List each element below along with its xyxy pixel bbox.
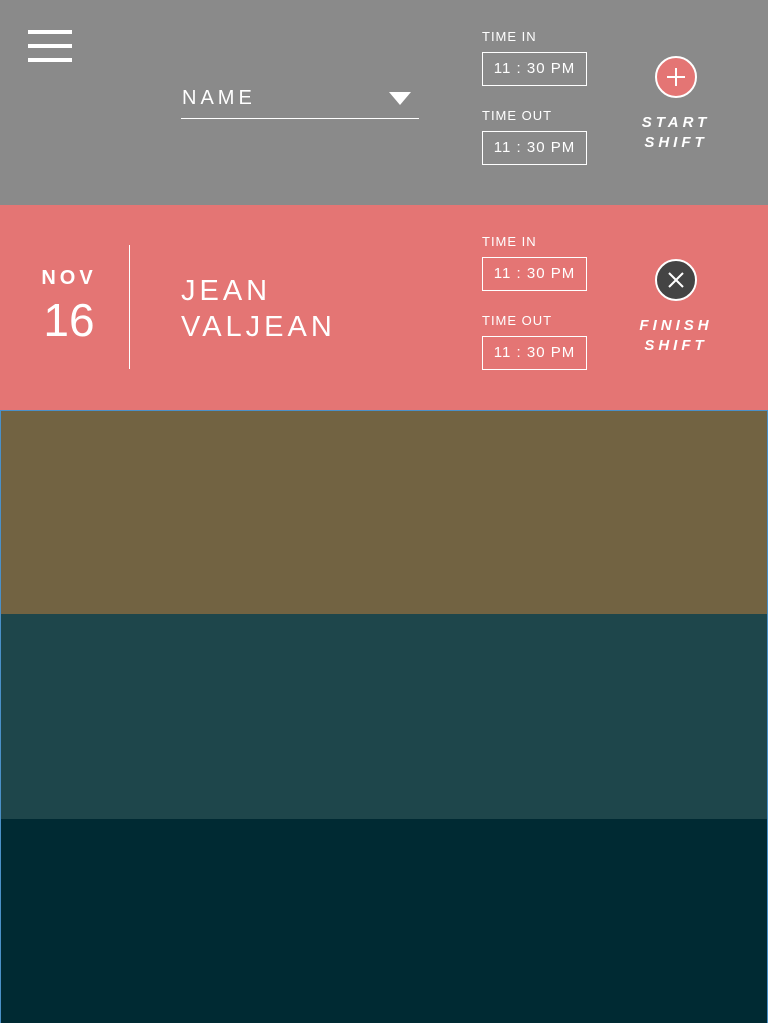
menu-icon-bar (28, 58, 72, 62)
time-in-label: TIME IN (482, 29, 537, 44)
close-icon (668, 272, 684, 288)
active-time-out-field[interactable]: 11 : 30 PM (482, 336, 587, 370)
start-shift-label-line1: START (641, 114, 711, 131)
start-shift-label[interactable]: START SHIFT (626, 113, 726, 153)
menu-icon[interactable] (28, 30, 72, 64)
shift-row-empty[interactable] (0, 819, 768, 1023)
menu-icon-bar (28, 30, 72, 34)
name-dropdown-label: NAME (182, 87, 256, 109)
finish-shift-label-line1: FINISH (639, 317, 713, 334)
finish-shift-label[interactable]: FINISH SHIFT (626, 316, 726, 356)
time-in-field[interactable]: 11 : 30 PM (482, 52, 587, 86)
start-shift-label-line2: SHIFT (644, 134, 708, 151)
time-out-label: TIME OUT (482, 108, 553, 123)
time-out-field[interactable]: 11 : 30 PM (482, 131, 587, 165)
start-shift-button[interactable] (655, 56, 697, 98)
active-time-out-label: TIME OUT (482, 313, 553, 328)
name-dropdown[interactable]: NAME (181, 84, 419, 119)
timesheet-app: NAME TIME IN 11 : 30 PM TIME OUT 11 : 30… (0, 0, 768, 1023)
new-shift-header: NAME TIME IN 11 : 30 PM TIME OUT 11 : 30… (0, 0, 768, 205)
active-time-in-label: TIME IN (482, 234, 537, 249)
finish-shift-button[interactable] (655, 259, 697, 301)
shift-day: 16 (43, 294, 95, 346)
menu-icon-bar (28, 44, 72, 48)
active-shift-row[interactable]: NOV 16 JEAN VALJEAN TIME IN 11 : 30 PM T… (0, 205, 768, 410)
active-time-in-field[interactable]: 11 : 30 PM (482, 257, 587, 291)
employee-last-name: VALJEAN (181, 311, 336, 343)
plus-icon (667, 68, 685, 86)
employee-first-name: JEAN (181, 275, 272, 307)
chevron-down-icon (389, 92, 411, 105)
shift-month: NOV (41, 267, 97, 289)
shift-row-empty[interactable] (0, 410, 768, 614)
employee-name: JEAN VALJEAN (181, 273, 421, 345)
divider (129, 245, 130, 369)
shift-row-empty[interactable] (0, 614, 768, 819)
finish-shift-label-line2: SHIFT (644, 337, 708, 354)
